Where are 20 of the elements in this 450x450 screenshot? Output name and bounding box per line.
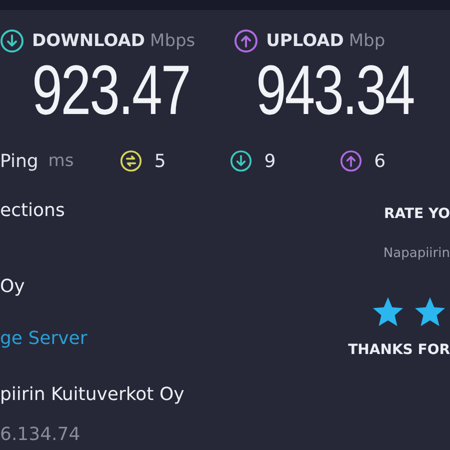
ping-label: Ping [0,150,38,172]
upload-label: UPLOAD [266,31,344,51]
unit-label: Mbp [348,31,386,51]
detail-text: 6.134.74 [0,424,82,445]
download-label: DOWNLOAD [32,31,146,51]
unit-label: ms [48,151,75,171]
thanks-text: THANKS FOR [348,342,450,358]
ping-value: 9 [264,150,276,172]
upload-speed: 943.34 [256,54,414,126]
unit-label: Mbps [150,31,196,51]
rating-title: RATE YO [384,206,450,224]
download-speed: 923.47 [32,54,190,126]
swap-icon [120,150,142,172]
section-heading: ections [0,200,66,223]
ping-value: 5 [154,150,166,172]
detail-text: Oy [0,276,26,299]
server-link[interactable]: ge Server [0,328,300,370]
provider-name: Napapiirin [383,246,450,263]
ping-value: 6 [374,150,386,172]
detail-text: piirin Kuituverkot Oy [0,384,186,407]
